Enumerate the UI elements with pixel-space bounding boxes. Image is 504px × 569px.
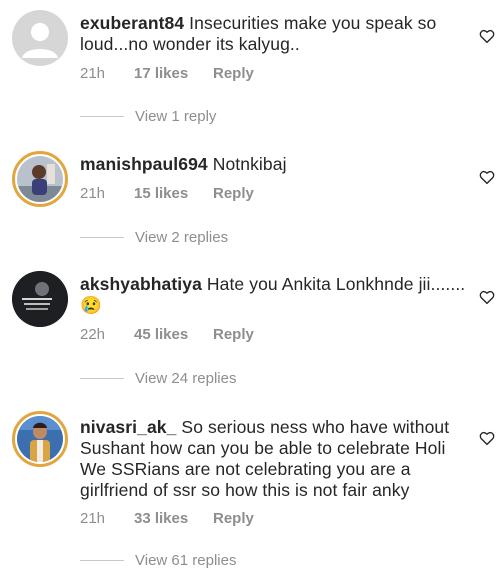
view-replies-button[interactable]: View 1 reply bbox=[80, 108, 216, 125]
comment-username[interactable]: akshyabhatiya bbox=[80, 274, 202, 294]
profile-photo bbox=[17, 156, 63, 202]
comment-likes[interactable]: 17 likes bbox=[134, 65, 213, 82]
reply-button[interactable]: Reply bbox=[213, 510, 254, 527]
comment-username[interactable]: manishpaul694 bbox=[80, 154, 208, 174]
avatar[interactable] bbox=[12, 151, 68, 207]
comment-time: 22h bbox=[80, 326, 106, 343]
divider-line bbox=[80, 378, 124, 379]
comment-likes[interactable]: 45 likes bbox=[134, 326, 213, 343]
divider-line bbox=[80, 237, 124, 238]
comment-meta: 21h 33 likes Reply bbox=[80, 510, 254, 527]
avatar[interactable] bbox=[12, 271, 68, 327]
comment-text: Hate you Ankita Lonkhnde jii....... bbox=[206, 274, 466, 294]
heart-outline-icon[interactable] bbox=[478, 429, 496, 447]
heart-outline-icon[interactable] bbox=[478, 168, 496, 186]
divider-line bbox=[80, 116, 124, 117]
comment-meta: 22h 45 likes Reply bbox=[80, 326, 254, 343]
comment-text-block: nivasri_ak_ So serious ness who have wit… bbox=[80, 417, 466, 501]
profile-photo bbox=[17, 416, 63, 462]
view-replies-button[interactable]: View 2 replies bbox=[80, 229, 228, 246]
profile-photo bbox=[12, 271, 68, 327]
sad-emoji: 😢 bbox=[80, 295, 102, 315]
comment-likes[interactable]: 15 likes bbox=[134, 185, 213, 202]
comment-text: Notnkibaj bbox=[212, 154, 287, 174]
view-replies-label: View 1 reply bbox=[135, 108, 217, 125]
comment-time: 21h bbox=[80, 510, 106, 527]
comment-meta: 21h 15 likes Reply bbox=[80, 185, 254, 202]
heart-outline-icon[interactable] bbox=[478, 288, 496, 306]
avatar[interactable] bbox=[12, 411, 68, 467]
view-replies-button[interactable]: View 24 replies bbox=[80, 370, 236, 387]
comment-username[interactable]: exuberant84 bbox=[80, 13, 184, 33]
comment-text-block: exuberant84 Insecurities make you speak … bbox=[80, 13, 466, 55]
comment-time: 21h bbox=[80, 185, 106, 202]
comment-text-block: akshyabhatiya Hate you Ankita Lonkhnde j… bbox=[80, 274, 466, 316]
comment-time: 21h bbox=[80, 65, 106, 82]
comment-meta: 21h 17 likes Reply bbox=[80, 65, 254, 82]
default-avatar-icon[interactable] bbox=[12, 10, 68, 66]
heart-outline-icon[interactable] bbox=[478, 27, 496, 45]
reply-button[interactable]: Reply bbox=[213, 65, 254, 82]
comment-likes[interactable]: 33 likes bbox=[134, 510, 213, 527]
reply-button[interactable]: Reply bbox=[213, 185, 254, 202]
view-replies-label: View 2 replies bbox=[135, 229, 229, 246]
reply-button[interactable]: Reply bbox=[213, 326, 254, 343]
view-replies-label: View 24 replies bbox=[135, 370, 237, 387]
comment-username[interactable]: nivasri_ak_ bbox=[80, 417, 176, 437]
comment-text-block: manishpaul694 Notnkibaj bbox=[80, 154, 466, 175]
